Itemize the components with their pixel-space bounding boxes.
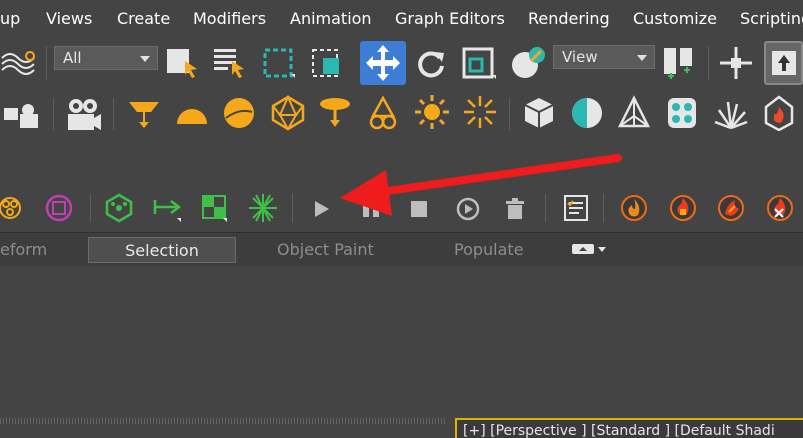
tab-populate[interactable]: Populate	[454, 237, 524, 263]
viewport-splitter[interactable]	[0, 418, 445, 424]
ribbon-options-icon[interactable]	[571, 242, 611, 258]
tab-object-paint[interactable]: Object Paint	[277, 237, 374, 263]
tab-freeform[interactable]: eform	[0, 237, 47, 263]
ribbon-panel	[0, 266, 803, 408]
ribbon-tab-bar: eform Selection Object Paint Populate	[0, 232, 803, 267]
viewport-label[interactable]: [+] [Perspective ] [Standard ] [Default …	[455, 418, 803, 438]
tab-selection[interactable]: Selection	[88, 237, 236, 263]
